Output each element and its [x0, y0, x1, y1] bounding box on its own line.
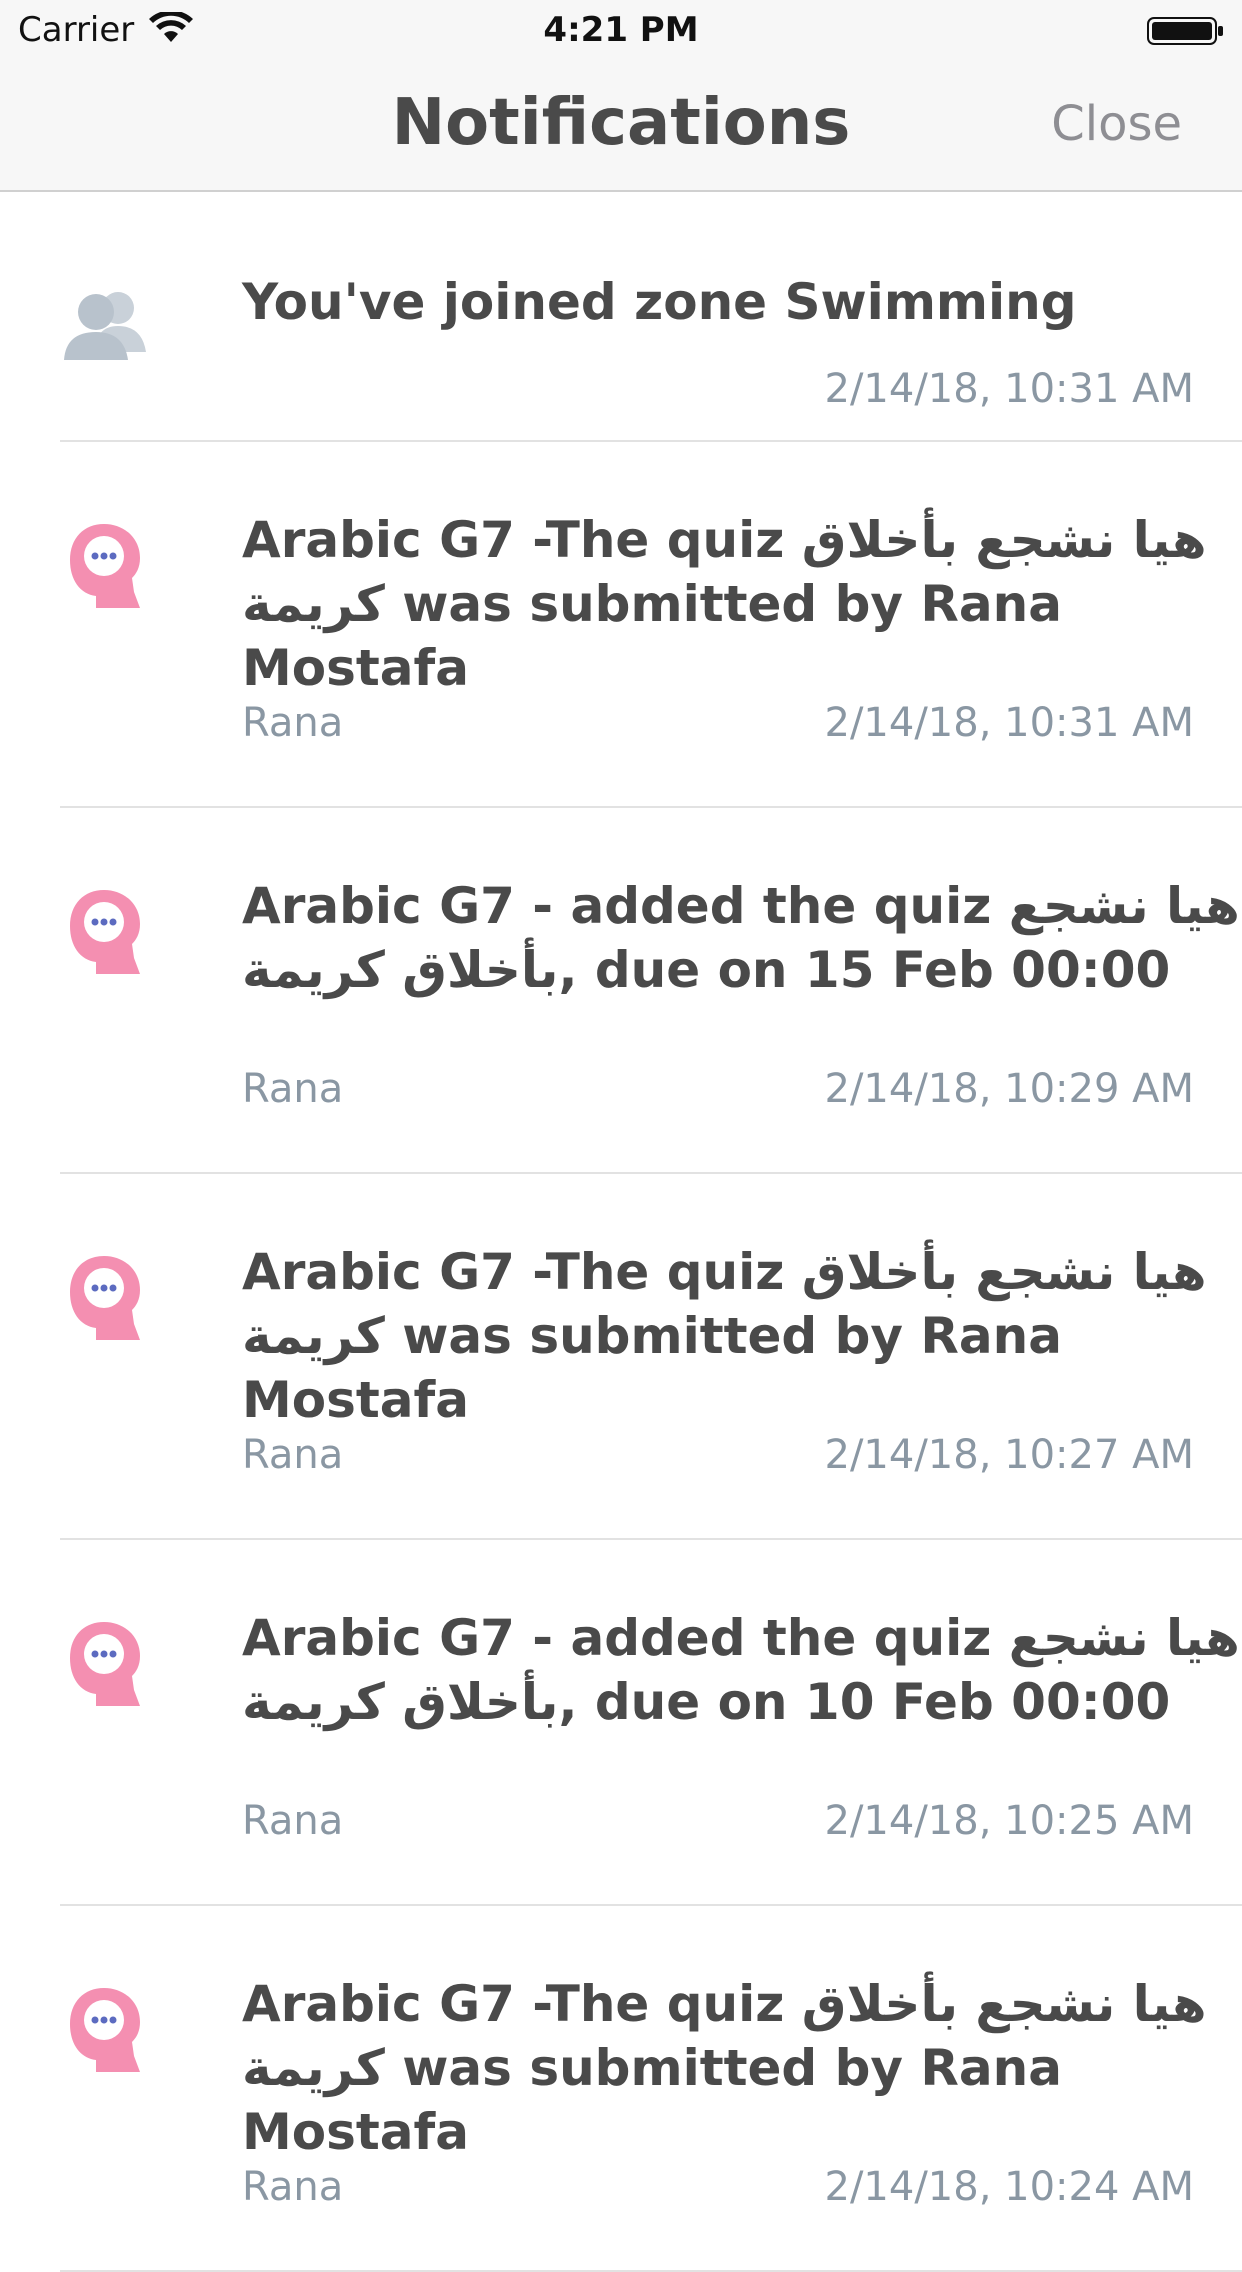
- notification-title: Arabic G7 - added the quiz هيا نشجع بأخل…: [242, 1609, 1240, 1731]
- group-icon: [64, 292, 146, 360]
- status-time: 4:21 PM: [543, 10, 699, 50]
- notification-time: 2/14/18, 10:27 AM: [824, 1432, 1195, 1478]
- battery-icon: [1147, 17, 1223, 45]
- notification-sender: Rana: [242, 1066, 344, 1112]
- navigation-bar: Notifications Close: [0, 60, 1242, 192]
- chat-head-icon: [70, 1988, 140, 2072]
- chat-head-icon: [70, 524, 140, 608]
- notification-row[interactable]: Arabic G7 - added the quiz هيا نشجع بأخل…: [60, 1540, 1242, 1906]
- notification-time: 2/14/18, 10:31 AM: [824, 366, 1195, 412]
- notification-row[interactable]: Arabic G7 -The quiz هيا نشجع بأخلاق كريم…: [60, 1906, 1242, 2272]
- notification-title: Arabic G7 - added the quiz هيا نشجع بأخل…: [242, 877, 1240, 999]
- notification-title: You've joined zone Swimming: [242, 273, 1077, 331]
- chat-head-icon: [70, 1256, 140, 1340]
- notification-title: Arabic G7 -The quiz هيا نشجع بأخلاق كريم…: [242, 511, 1207, 697]
- notification-sender: Rana: [242, 1432, 344, 1478]
- notification-sender: Rana: [242, 1798, 344, 1844]
- notification-time: 2/14/18, 10:29 AM: [824, 1066, 1195, 1112]
- notification-row[interactable]: You've joined zone Swimming 2/14/18, 10:…: [60, 192, 1242, 442]
- close-button[interactable]: Close: [1051, 96, 1182, 152]
- notification-sender: Rana: [242, 700, 344, 746]
- notification-time: 2/14/18, 10:31 AM: [824, 700, 1195, 746]
- notification-row[interactable]: Arabic G7 -The quiz هيا نشجع بأخلاق كريم…: [60, 442, 1242, 808]
- notification-time: 2/14/18, 10:25 AM: [824, 1798, 1195, 1844]
- status-bar: Carrier 4:21 PM: [0, 0, 1242, 60]
- chat-head-icon: [70, 1622, 140, 1706]
- notification-row[interactable]: Arabic G7 - added the quiz هيا نشجع بأخل…: [60, 808, 1242, 1174]
- notification-time: 2/14/18, 10:24 AM: [824, 2164, 1195, 2210]
- notification-title: Arabic G7 -The quiz هيا نشجع بأخلاق كريم…: [242, 1243, 1207, 1429]
- chat-head-icon: [70, 890, 140, 974]
- notification-list: You've joined zone Swimming 2/14/18, 10:…: [0, 192, 1242, 2272]
- notification-row[interactable]: Arabic G7 -The quiz هيا نشجع بأخلاق كريم…: [60, 1174, 1242, 1540]
- notification-sender: Rana: [242, 2164, 344, 2210]
- notification-title: Arabic G7 -The quiz هيا نشجع بأخلاق كريم…: [242, 1975, 1207, 2161]
